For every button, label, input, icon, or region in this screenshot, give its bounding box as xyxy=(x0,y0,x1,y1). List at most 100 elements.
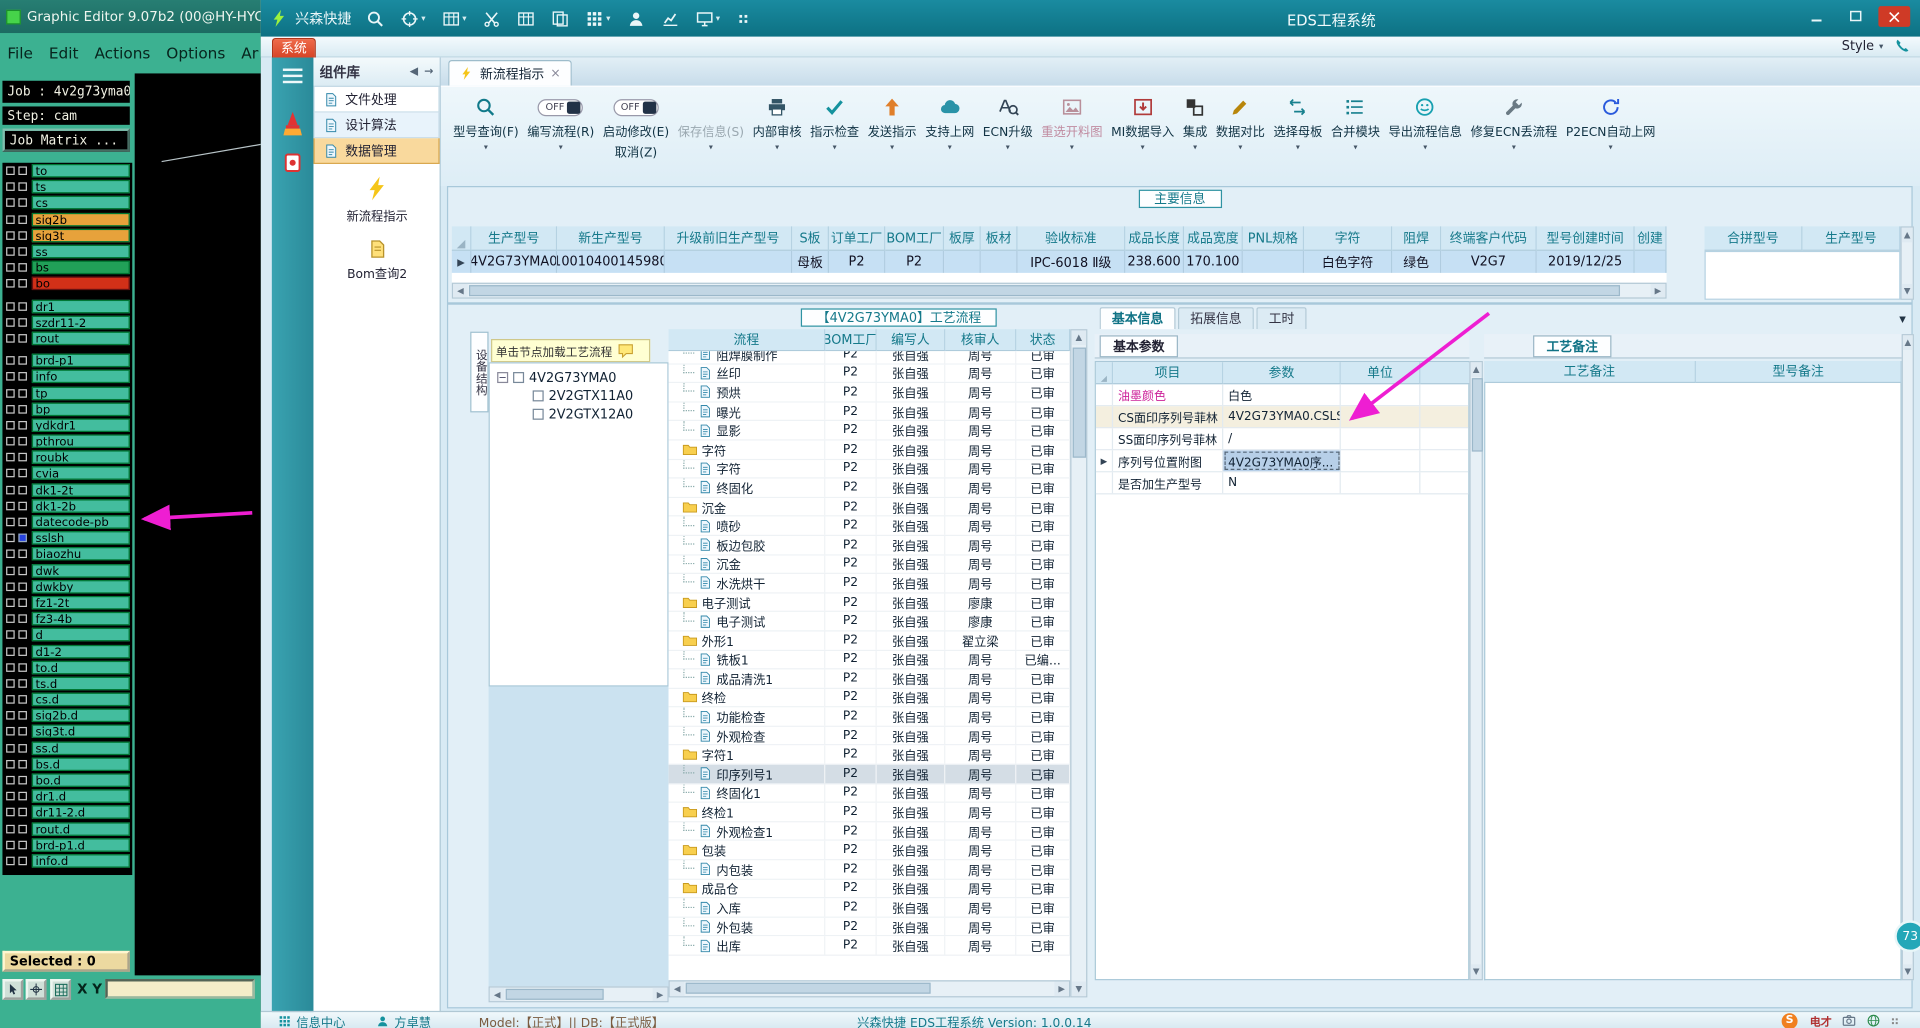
layer-name[interactable]: info xyxy=(31,370,130,384)
flow-row[interactable]: 成品清洗1 P2 张自强 周号 已审 xyxy=(668,669,1071,689)
layer-active-checkbox[interactable] xyxy=(18,630,27,640)
scroll-left-icon[interactable]: ◀ xyxy=(453,283,468,298)
layer-active-checkbox[interactable] xyxy=(18,695,27,704)
layer-name[interactable]: sig2b xyxy=(31,212,130,226)
detail-vscrollbar[interactable]: ▲ ▼ xyxy=(1901,334,1914,981)
layer-row[interactable]: biaozhu xyxy=(2,546,132,562)
layer-name[interactable]: dwk xyxy=(31,563,130,578)
flow-row[interactable]: 包装 P2 张自强 周号 已审 xyxy=(668,841,1071,861)
layer-name[interactable]: dr1 xyxy=(31,299,130,313)
layer-name[interactable]: to xyxy=(31,164,130,178)
toolbar-button[interactable]: 重选开料图 ▾ xyxy=(1041,95,1103,152)
layer-name[interactable]: rout.d xyxy=(31,821,130,836)
flow-row[interactable]: 显影 P2 张自强 周号 已审 xyxy=(668,421,1071,441)
flow-row[interactable]: 字符1 P2 张自强 周号 已审 xyxy=(668,745,1071,765)
flow-row[interactable]: 字符 P2 张自强 周号 已审 xyxy=(668,440,1071,460)
layer-row[interactable]: datecode-pb xyxy=(2,514,132,530)
pointer-tool-button[interactable] xyxy=(2,979,24,1000)
layer-visibility-checkbox[interactable] xyxy=(6,775,15,785)
layer-name[interactable]: dr11-2.d xyxy=(31,805,130,820)
layer-name[interactable]: fz1-2t xyxy=(31,595,130,610)
column-header[interactable]: 验收标准 xyxy=(1017,226,1126,251)
topbar-user-button[interactable] xyxy=(626,9,644,27)
layer-active-checkbox[interactable] xyxy=(18,404,27,414)
scroll-down-icon[interactable]: ▼ xyxy=(1902,964,1913,980)
scroll-up-icon[interactable]: ▲ xyxy=(1902,335,1913,351)
layer-active-checkbox[interactable] xyxy=(18,646,27,656)
scroll-right-icon[interactable]: ▶ xyxy=(1054,981,1069,997)
layer-active-checkbox[interactable] xyxy=(18,469,27,478)
topbar-scissors-button[interactable] xyxy=(482,9,500,27)
layer-visibility-checkbox[interactable] xyxy=(6,759,15,769)
collapse-left-icon[interactable]: ◀ xyxy=(410,65,418,77)
column-header[interactable]: 创建 xyxy=(1634,226,1667,251)
layer-row[interactable]: bo xyxy=(2,276,132,292)
crosshair-tool-button[interactable] xyxy=(25,979,47,1000)
layer-name[interactable]: tp xyxy=(31,386,130,400)
scrollbar-thumb[interactable] xyxy=(685,982,931,994)
column-header[interactable]: S板 xyxy=(792,226,829,251)
param-vscrollbar[interactable]: ▲ ▼ xyxy=(1469,361,1483,981)
toolbar-button[interactable]: MI数据导入 ▾ xyxy=(1111,95,1174,152)
flow-row[interactable]: 阻焊膜制作 P2 张自强 周号 已审 xyxy=(668,351,1071,365)
flow-row[interactable]: 内包装 P2 张自强 周号 已审 xyxy=(668,860,1071,880)
section-basic-params[interactable]: 基本参数 xyxy=(1099,335,1178,358)
layer-visibility-checkbox[interactable] xyxy=(6,263,15,272)
flow-hscrollbar[interactable]: ◀ ▶ xyxy=(668,980,1071,998)
layer-active-checkbox[interactable] xyxy=(18,824,27,833)
tray-brand-badge[interactable]: 电才 xyxy=(1810,1012,1832,1028)
layer-name[interactable]: cvia xyxy=(31,466,130,481)
layer-row[interactable]: fz1-2t xyxy=(2,595,132,611)
maximize-button[interactable] xyxy=(1839,6,1871,27)
tab-new-flow-instruction[interactable]: 新流程指示 × xyxy=(448,59,572,86)
column-header[interactable]: 成品长度 xyxy=(1125,226,1185,251)
layer-visibility-checkbox[interactable] xyxy=(6,231,15,240)
dock-right-icon[interactable]: → xyxy=(424,65,433,77)
flow-row[interactable]: 功能检查 P2 张自强 周号 已审 xyxy=(668,707,1071,727)
layer-row[interactable]: bs.d xyxy=(2,756,132,772)
layer-row[interactable]: ts xyxy=(2,179,132,195)
scroll-up-icon[interactable]: ▲ xyxy=(1901,227,1913,243)
layer-name[interactable]: d xyxy=(31,628,130,642)
column-header[interactable]: 终端客户代码 xyxy=(1441,226,1537,251)
layer-active-checkbox[interactable] xyxy=(18,485,27,494)
cell[interactable]: V2G7 xyxy=(1441,250,1537,273)
param-value[interactable]: 白色 xyxy=(1223,384,1341,406)
layer-row[interactable]: sig2b xyxy=(2,211,132,227)
layer-visibility-checkbox[interactable] xyxy=(6,420,15,430)
layer-active-checkbox[interactable] xyxy=(18,453,27,462)
tab-device-structure[interactable]: 设备结构 xyxy=(470,331,489,413)
layer-active-checkbox[interactable] xyxy=(18,856,27,866)
layer-visibility-checkbox[interactable] xyxy=(6,388,15,398)
layer-name[interactable]: dk1-2b xyxy=(31,499,130,513)
shortcut-new-flow[interactable]: 新流程指示 xyxy=(313,175,440,224)
column-header[interactable]: 参数 xyxy=(1223,362,1341,385)
layer-visibility-checkbox[interactable] xyxy=(6,566,15,575)
tree-node[interactable]: − 4V2G73YMA0 xyxy=(490,368,668,386)
flow-row[interactable]: 丝印 P2 张自强 周号 已审 xyxy=(668,364,1071,384)
cell[interactable] xyxy=(1242,250,1305,273)
toolbar-button[interactable]: 内部审核 ▾ xyxy=(753,95,802,152)
app-shortcut-yx[interactable] xyxy=(272,110,314,137)
tree-checkbox[interactable] xyxy=(513,372,525,384)
close-tab-icon[interactable]: × xyxy=(550,67,560,80)
layer-visibility-checkbox[interactable] xyxy=(6,679,15,688)
flow-row[interactable]: 终固化 P2 张自强 周号 已审 xyxy=(668,478,1071,498)
layer-active-checkbox[interactable] xyxy=(18,166,27,176)
tab-overflow-icon[interactable]: ▼ xyxy=(1899,315,1906,325)
cell[interactable]: 238.600 xyxy=(1125,250,1185,273)
layer-visibility-checkbox[interactable] xyxy=(6,317,15,327)
layer-active-checkbox[interactable] xyxy=(18,372,27,382)
column-header[interactable]: 生产型号 xyxy=(1802,226,1901,251)
layer-active-checkbox[interactable] xyxy=(18,743,27,753)
layer-row[interactable]: sig2b.d xyxy=(2,708,132,724)
layer-name[interactable]: biaozhu xyxy=(31,547,130,561)
param-value[interactable]: N xyxy=(1223,472,1341,494)
layer-active-checkbox[interactable] xyxy=(18,808,27,817)
column-header[interactable]: 字符 xyxy=(1304,226,1393,251)
topbar-chart-button[interactable] xyxy=(661,9,679,27)
layer-visibility-checkbox[interactable] xyxy=(6,501,15,511)
toolbar-button[interactable]: 指示检查 ▾ xyxy=(810,95,859,152)
row-selector[interactable]: ▶ xyxy=(1096,450,1114,472)
param-value[interactable]: 4V2G73YMA0.CSLSH xyxy=(1223,406,1341,428)
